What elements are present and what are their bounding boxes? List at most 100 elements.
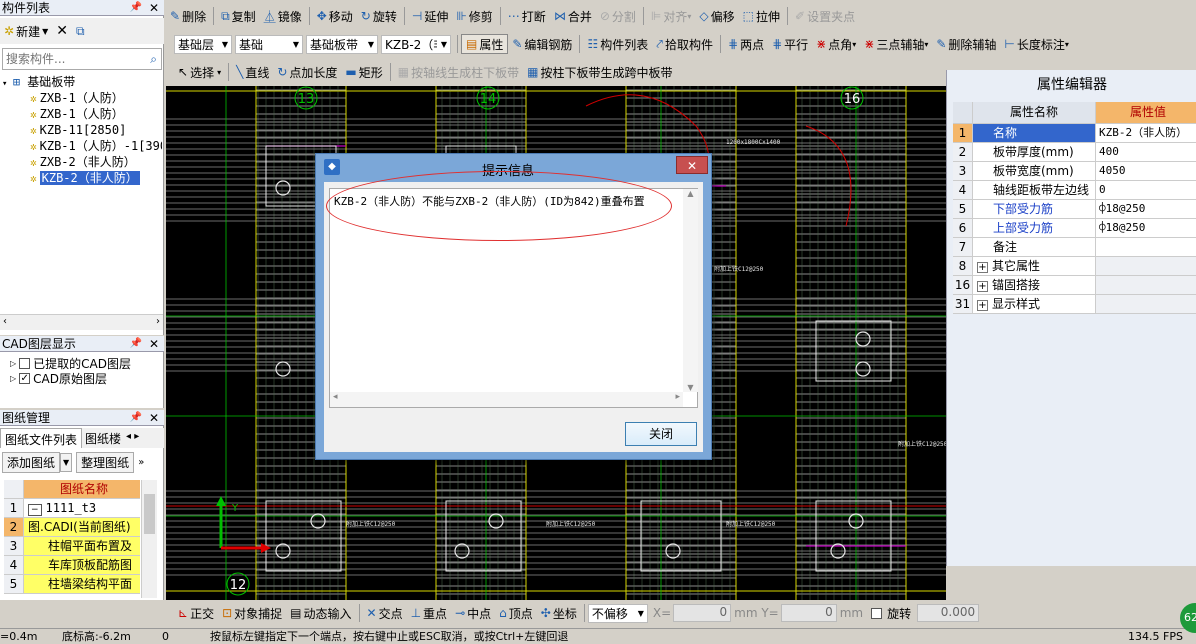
point-angle-button[interactable]: ⋇ 点角 ▾ <box>812 34 860 54</box>
type-select[interactable]: 基础板带 ▼ <box>306 34 378 54</box>
move-button[interactable]: ✥ 移动 <box>313 6 357 26</box>
property-row[interactable]: 1 名称 KZB-2（非人防） <box>953 124 1196 143</box>
coordinate-button[interactable]: ✣ 坐标 <box>537 603 581 623</box>
tree-root[interactable]: ▾ ⊞ 基础板带 <box>2 74 162 90</box>
tree-item-selected[interactable]: ✲ KZB-2（非人防） <box>2 170 162 186</box>
property-value[interactable]: KZB-2（非人防） <box>1096 124 1196 142</box>
dropdown-icon[interactable]: ▾ <box>217 68 221 77</box>
copy-button[interactable]: ⧉ 复制 <box>217 6 260 26</box>
edit-rebar-button[interactable]: ✎ 编辑钢筋 <box>508 34 576 54</box>
property-row[interactable]: 5 下部受力筋 ⌽18@250 <box>953 200 1196 219</box>
expand-plus-icon[interactable]: + <box>977 262 988 273</box>
table-row[interactable]: 4 车库顶板配筋图 <box>4 556 140 575</box>
category-select[interactable]: 基础 ▼ <box>235 34 303 54</box>
property-row[interactable]: 2 板带厚度(mm) 400 <box>953 143 1196 162</box>
property-value[interactable]: 4050 <box>1096 162 1196 180</box>
close-button[interactable]: 关闭 <box>625 422 697 446</box>
copy-icon[interactable]: ⧉ <box>76 24 85 39</box>
checkbox-checked[interactable]: ✓ <box>19 373 31 384</box>
property-value[interactable]: ⌽18@250 <box>1096 200 1196 218</box>
checkbox-unchecked[interactable] <box>19 358 31 369</box>
property-row[interactable]: 7 备注 <box>953 238 1196 257</box>
scroll-right-icon[interactable]: › <box>156 316 160 329</box>
property-row[interactable]: 3 板带宽度(mm) 4050 <box>953 162 1196 181</box>
align-button[interactable]: ⊫ 对齐 ▾ <box>647 6 695 26</box>
property-value[interactable] <box>1096 238 1196 256</box>
organize-drawing-button[interactable]: 整理图纸 <box>76 452 135 473</box>
stretch-button[interactable]: ⬚ 拉伸 <box>739 6 784 26</box>
rectangle-button[interactable]: ▬ 矩形 <box>341 62 386 82</box>
expand-icon[interactable]: ▷ <box>10 374 16 383</box>
property-row[interactable]: 6 上部受力筋 ⌽18@250 <box>953 219 1196 238</box>
delete-button[interactable]: ✎ 删除 <box>166 6 210 26</box>
property-value[interactable] <box>1096 295 1196 313</box>
property-value[interactable]: ⌽18@250 <box>1096 219 1196 237</box>
search-input[interactable] <box>3 52 133 66</box>
collapse-icon[interactable]: − <box>28 504 42 516</box>
close-icon[interactable]: ✕ <box>149 410 159 426</box>
vertex-button[interactable]: ⌂ 顶点 <box>495 603 537 623</box>
dropdown-icon[interactable]: ▼ <box>42 27 48 36</box>
tree-item[interactable]: ✲ ZXB-2（非人防） <box>2 154 162 170</box>
table-row[interactable]: 2 图.CADI(当前图纸) <box>4 518 140 537</box>
more-icon[interactable]: » <box>138 457 144 468</box>
property-row[interactable]: 8 + 其它属性 <box>953 257 1196 276</box>
tree-item[interactable]: ✲ KZB-1（人防）-1[390 <box>2 138 162 154</box>
close-icon[interactable]: ✕ <box>149 0 159 16</box>
close-icon[interactable]: ✕ <box>149 336 159 352</box>
scroll-up-icon[interactable]: ▲ <box>683 189 698 198</box>
break-button[interactable]: ⋯ 打断 <box>504 6 550 26</box>
textarea-vscroll[interactable]: ▲ ▼ <box>683 189 698 392</box>
dropdown-icon[interactable]: ▾ <box>852 40 856 49</box>
expand-icon[interactable]: ▷ <box>10 359 16 368</box>
dropdown-icon[interactable]: ▾ <box>924 40 928 49</box>
pin-icon[interactable]: 📌 <box>130 410 142 426</box>
rotate-checkbox[interactable] <box>871 607 883 619</box>
tree-item[interactable]: ✲ ZXB-1（人防） <box>2 90 162 106</box>
split-button[interactable]: ⊘ 分割 <box>596 6 640 26</box>
mirror-button[interactable]: ⏅ 镜像 <box>260 6 306 26</box>
object-snap-button[interactable]: ⊡ 对象捕捉 <box>218 603 286 623</box>
properties-button[interactable]: ▤ 属性 <box>461 34 509 54</box>
expand-icon[interactable]: ▾ <box>2 79 13 89</box>
add-drawing-button[interactable]: 添加图纸 <box>2 452 61 473</box>
gen-middle-strip-button[interactable]: ▦ 按柱下板带生成跨中板带 <box>523 62 676 82</box>
textarea-hscroll[interactable]: ◂ ▸ <box>330 392 683 407</box>
rotate-button[interactable]: ↻ 旋转 <box>357 6 401 26</box>
dropdown-icon[interactable]: ▾ <box>1065 40 1069 49</box>
perpendicular-button[interactable]: ⊥ 重点 <box>407 603 451 623</box>
parallel-button[interactable]: ⋕ 平行 <box>768 34 812 54</box>
pin-icon[interactable]: 📌 <box>130 0 142 16</box>
tree-item[interactable]: ✲ ZXB-1（人防） <box>2 106 162 122</box>
scroll-left-icon[interactable]: ‹ <box>3 316 7 329</box>
y-input[interactable]: 0 <box>780 604 837 622</box>
three-point-axis-button[interactable]: ⋇ 三点辅轴 ▾ <box>860 34 932 54</box>
pick-component-button[interactable]: ⤤ 拾取构件 <box>652 34 717 54</box>
scroll-right-icon[interactable]: ▸ <box>675 392 680 407</box>
table-row[interactable]: 3 柱帽平面布置及 <box>4 537 140 556</box>
line-button[interactable]: ╲ 直线 <box>232 62 273 82</box>
extend-button[interactable]: ⊣ 延伸 <box>408 6 452 26</box>
trim-button[interactable]: ⊪ 修剪 <box>452 6 496 26</box>
component-list-button[interactable]: ☷ 构件列表 <box>583 34 652 54</box>
dropdown-icon[interactable]: ▾ <box>687 12 691 21</box>
set-grip-button[interactable]: ✐ 设置夹点 <box>791 6 859 26</box>
ortho-button[interactable]: ⊾ 正交 <box>174 603 218 623</box>
midpoint-button[interactable]: ⊸ 中点 <box>451 603 495 623</box>
gen-column-strip-button[interactable]: ▦ 按轴线生成柱下板带 <box>394 62 523 82</box>
property-row[interactable]: 16 + 锚固搭接 <box>953 276 1196 295</box>
new-icon[interactable]: ✲ <box>4 24 14 38</box>
two-point-button[interactable]: ⋕ 两点 <box>724 34 768 54</box>
rotate-input[interactable]: 0.000 <box>917 604 980 622</box>
search-icon[interactable]: ⌕ <box>150 52 157 67</box>
offset-mode-select[interactable]: 不偏移 ▼ <box>587 603 648 623</box>
tab-drawing-floor[interactable]: 图纸楼 <box>82 428 124 448</box>
layer-select[interactable]: 基础层 ▼ <box>174 34 232 54</box>
property-row[interactable]: 4 轴线距板带左边线 0 <box>953 181 1196 200</box>
pin-icon[interactable]: 📌 <box>130 336 142 352</box>
property-value[interactable] <box>1096 276 1196 294</box>
property-row[interactable]: 31 + 显示样式 <box>953 295 1196 314</box>
dropdown-icon[interactable]: ▼ <box>60 453 73 472</box>
vertical-scrollbar[interactable] <box>141 480 157 598</box>
property-value[interactable] <box>1096 257 1196 275</box>
